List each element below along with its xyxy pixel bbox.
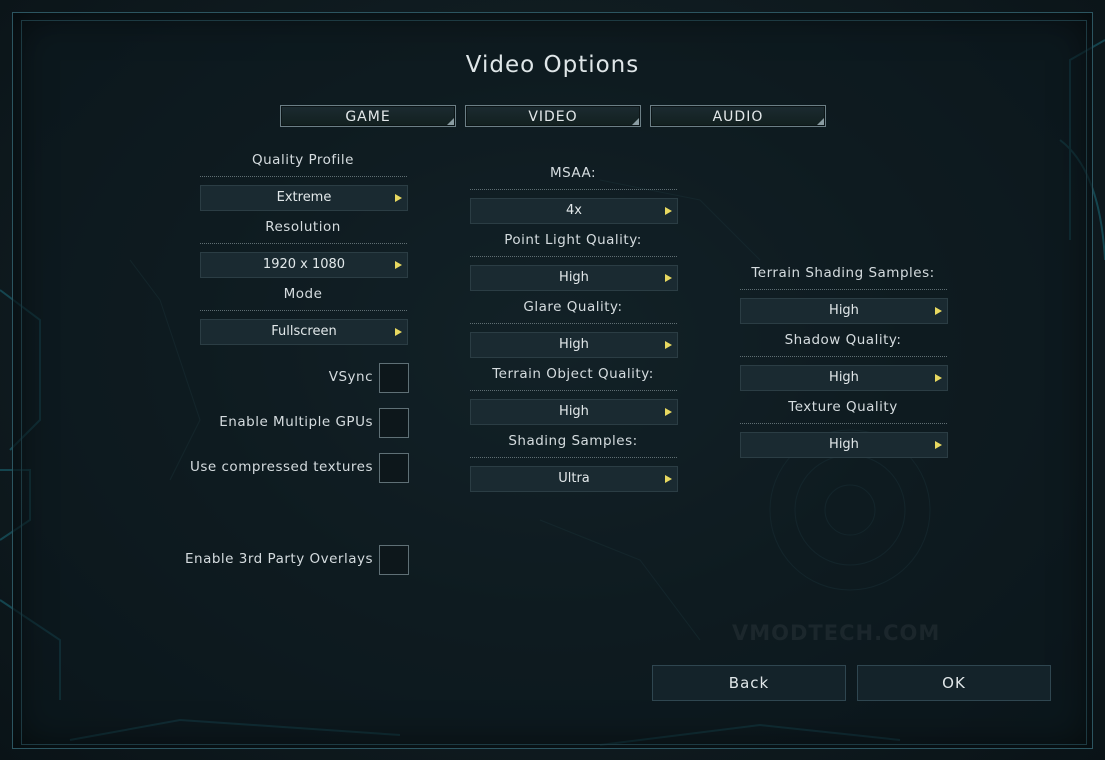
triangle-right-icon: [935, 307, 942, 315]
glare-dropdown[interactable]: High: [470, 332, 678, 358]
glare-label: Glare Quality:: [523, 299, 623, 315]
compressed-textures-checkbox[interactable]: [379, 453, 409, 483]
mode-label: Mode: [283, 286, 323, 302]
triangle-right-icon: [665, 341, 672, 349]
texture-quality-label: Texture Quality: [788, 399, 898, 415]
texture-quality-value: High: [829, 437, 859, 452]
quality-profile-label: Quality Profile: [251, 152, 354, 168]
quality-profile-dropdown[interactable]: Extreme: [200, 185, 408, 211]
triangle-right-icon: [665, 475, 672, 483]
shading-samples-value: Ultra: [558, 471, 590, 486]
divider: [470, 189, 677, 190]
tab-video[interactable]: VIDEO: [465, 105, 641, 127]
triangle-right-icon: [665, 408, 672, 416]
vsync-checkbox[interactable]: [379, 363, 409, 393]
divider: [200, 243, 407, 244]
terrain-shading-label: Terrain Shading Samples:: [751, 265, 935, 281]
triangle-right-icon: [395, 328, 402, 336]
quality-profile-value: Extreme: [276, 190, 332, 205]
terrain-object-label: Terrain Object Quality:: [492, 366, 654, 382]
vsync-label: VSync: [328, 369, 373, 385]
terrain-object-value: High: [559, 404, 589, 419]
divider: [740, 356, 947, 357]
back-button[interactable]: Back: [652, 665, 846, 701]
triangle-right-icon: [935, 441, 942, 449]
triangle-right-icon: [665, 274, 672, 282]
point-light-dropdown[interactable]: High: [470, 265, 678, 291]
triangle-right-icon: [395, 194, 402, 202]
divider: [200, 310, 407, 311]
divider: [470, 390, 677, 391]
resolution-label: Resolution: [265, 219, 341, 235]
shadow-quality-value: High: [829, 370, 859, 385]
ok-button[interactable]: OK: [857, 665, 1051, 701]
multi-gpu-label: Enable Multiple GPUs: [219, 414, 373, 430]
shading-samples-label: Shading Samples:: [508, 433, 638, 449]
watermark: VMODTECH.COM: [732, 621, 941, 645]
point-light-label: Point Light Quality:: [504, 232, 642, 248]
tab-game[interactable]: GAME: [280, 105, 456, 127]
divider: [740, 289, 947, 290]
divider: [470, 323, 677, 324]
third-party-overlays-label: Enable 3rd Party Overlays: [185, 551, 373, 567]
point-light-value: High: [559, 270, 589, 285]
texture-quality-dropdown[interactable]: High: [740, 432, 948, 458]
divider: [470, 256, 677, 257]
resolution-dropdown[interactable]: 1920 x 1080: [200, 252, 408, 278]
shadow-quality-dropdown[interactable]: High: [740, 365, 948, 391]
terrain-shading-dropdown[interactable]: High: [740, 298, 948, 324]
terrain-shading-value: High: [829, 303, 859, 318]
triangle-right-icon: [935, 374, 942, 382]
compressed-textures-label: Use compressed textures: [190, 459, 373, 475]
third-party-overlays-checkbox[interactable]: [379, 545, 409, 575]
resolution-value: 1920 x 1080: [262, 257, 346, 272]
msaa-value: 4x: [566, 203, 582, 218]
mode-dropdown[interactable]: Fullscreen: [200, 319, 408, 345]
divider: [200, 176, 407, 177]
msaa-dropdown[interactable]: 4x: [470, 198, 678, 224]
page-title: Video Options: [465, 52, 640, 78]
glare-value: High: [559, 337, 589, 352]
triangle-right-icon: [395, 261, 402, 269]
mode-value: Fullscreen: [271, 324, 337, 339]
divider: [470, 457, 677, 458]
shading-samples-dropdown[interactable]: Ultra: [470, 466, 678, 492]
terrain-object-dropdown[interactable]: High: [470, 399, 678, 425]
divider: [740, 423, 947, 424]
multi-gpu-checkbox[interactable]: [379, 408, 409, 438]
tab-audio[interactable]: AUDIO: [650, 105, 826, 127]
shadow-quality-label: Shadow Quality:: [784, 332, 902, 348]
msaa-label: MSAA:: [549, 165, 597, 181]
triangle-right-icon: [665, 207, 672, 215]
